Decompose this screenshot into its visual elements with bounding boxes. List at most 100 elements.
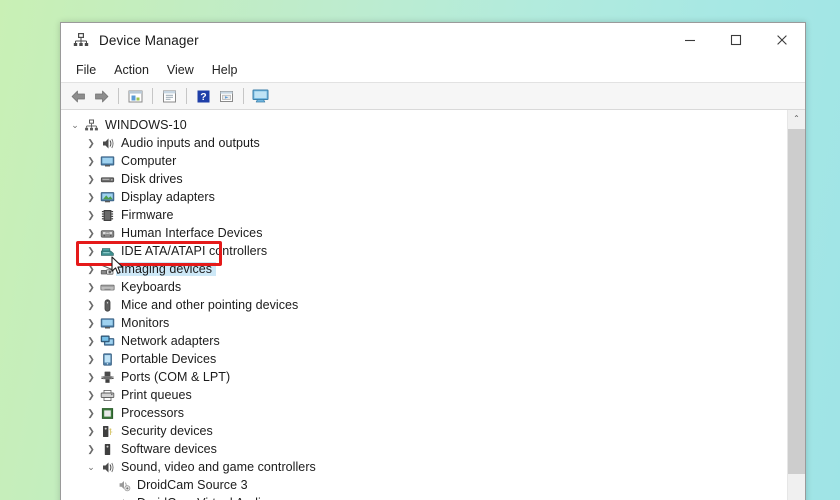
- scrollbar-track[interactable]: [788, 127, 805, 500]
- chevron-right-icon[interactable]: ❯: [83, 282, 99, 293]
- tree-item-label: Disk drives: [121, 172, 183, 186]
- forward-icon[interactable]: [90, 85, 113, 107]
- tree-item-disk-drives[interactable]: ❯ Disk drives: [61, 170, 787, 188]
- tree-item-software-devices[interactable]: ❯ Software devices: [61, 440, 787, 458]
- tree-item-label: Display adapters: [121, 190, 215, 204]
- printer-icon: [99, 388, 116, 403]
- chevron-right-icon[interactable]: ❯: [83, 138, 99, 149]
- tree-item-ports[interactable]: ❯ Ports (COM & LPT): [61, 368, 787, 386]
- tree-item-display-adapters[interactable]: ❯ Display adapters: [61, 188, 787, 206]
- tree-item-processors[interactable]: ❯ Processors: [61, 404, 787, 422]
- disk-drive-icon: [99, 172, 116, 187]
- svg-text:?: ?: [200, 91, 206, 103]
- chevron-right-icon[interactable]: ❯: [83, 426, 99, 437]
- chevron-right-icon[interactable]: ❯: [83, 390, 99, 401]
- tree-item-label: Computer: [121, 154, 177, 168]
- tree-item-human-interface-devices[interactable]: ❯ Human Interface Devices: [61, 224, 787, 242]
- network-adapter-icon: [99, 334, 116, 349]
- tree-item-windows-10[interactable]: ⌄ WINDOWS-10: [61, 116, 787, 134]
- menu-help[interactable]: Help: [203, 60, 247, 80]
- tree-item-label: Sound, video and game controllers: [121, 460, 316, 474]
- update-driver-icon[interactable]: [158, 85, 181, 107]
- toolbar-separator: [186, 88, 187, 104]
- toolbar: ?: [61, 83, 805, 110]
- chevron-right-icon[interactable]: ❯: [83, 372, 99, 383]
- tree-item-label: Security devices: [121, 424, 213, 438]
- tree-item-print-queues[interactable]: ❯ Print queues: [61, 386, 787, 404]
- chevron-right-icon[interactable]: ❯: [83, 192, 99, 203]
- toolbar-separator: [118, 88, 119, 104]
- tree-item-label: WINDOWS-10: [105, 118, 187, 132]
- menu-action[interactable]: Action: [105, 60, 158, 80]
- mouse-icon: [99, 298, 116, 313]
- back-icon[interactable]: [67, 85, 90, 107]
- tree-item-label: Imaging devices: [116, 262, 217, 276]
- audio-endpoint-icon: [115, 478, 132, 492]
- tree-item-label: Audio inputs and outputs: [121, 136, 260, 150]
- security-device-icon: [99, 424, 116, 439]
- display-adapter-icon: [99, 190, 116, 205]
- chevron-right-icon[interactable]: ❯: [83, 354, 99, 365]
- firmware-chip-icon: [99, 208, 116, 223]
- tree-item-label: Monitors: [121, 316, 170, 330]
- tree-item-security-devices[interactable]: ❯ Security devices: [61, 422, 787, 440]
- chevron-right-icon[interactable]: ❯: [83, 174, 99, 185]
- tree-item-firmware[interactable]: ❯ Firmware: [61, 206, 787, 224]
- chevron-right-icon[interactable]: ❯: [83, 336, 99, 347]
- tree-item-network-adapters[interactable]: ❯ Network adapters: [61, 332, 787, 350]
- close-button[interactable]: [759, 23, 805, 57]
- tree-item-label: IDE ATA/ATAPI controllers: [121, 244, 268, 258]
- maximize-button[interactable]: [713, 23, 759, 57]
- device-tree-panel: ⌄ WINDOWS-10 ❯ Audio inputs and outputs …: [61, 110, 805, 500]
- window-titlebar[interactable]: Device Manager: [61, 23, 805, 57]
- tree-item-sound-video-and-game-controllers[interactable]: ⌄ Sound, video and game controllers: [61, 458, 787, 476]
- vertical-scrollbar[interactable]: ⌃: [787, 110, 805, 500]
- chevron-right-icon[interactable]: ❯: [83, 228, 99, 239]
- tree-item-droidcam-source-3[interactable]: DroidCam Source 3: [61, 476, 787, 494]
- tree-item-mice-and-other-pointing-devices[interactable]: ❯ Mice and other pointing devices: [61, 296, 787, 314]
- menu-file[interactable]: File: [67, 60, 105, 80]
- monitor-icon: [99, 154, 116, 169]
- chevron-right-icon[interactable]: ❯: [83, 300, 99, 311]
- chevron-right-icon[interactable]: ❯: [83, 210, 99, 221]
- portable-device-icon: [99, 352, 116, 367]
- scroll-up-arrow-icon[interactable]: ⌃: [788, 110, 805, 127]
- device-tree[interactable]: ⌄ WINDOWS-10 ❯ Audio inputs and outputs …: [61, 110, 787, 500]
- window-caption-buttons: [667, 23, 805, 57]
- tree-item-computer[interactable]: ❯ Computer: [61, 152, 787, 170]
- tree-item-monitors[interactable]: ❯ Monitors: [61, 314, 787, 332]
- tree-item-portable-devices[interactable]: ❯ Portable Devices: [61, 350, 787, 368]
- tree-item-label: DroidCam Virtual Audio: [132, 496, 268, 500]
- chevron-right-icon[interactable]: ❯: [83, 264, 99, 275]
- properties-icon[interactable]: [124, 85, 147, 107]
- tree-item-audio-inputs-and-outputs[interactable]: ❯ Audio inputs and outputs: [61, 134, 787, 152]
- help-icon[interactable]: ?: [192, 85, 215, 107]
- chevron-right-icon[interactable]: ❯: [83, 156, 99, 167]
- tree-item-label: Firmware: [121, 208, 174, 222]
- scan-hardware-icon[interactable]: [215, 85, 238, 107]
- software-device-icon: [99, 442, 116, 457]
- tree-item-keyboards[interactable]: ❯ Keyboards: [61, 278, 787, 296]
- scrollbar-thumb[interactable]: [788, 129, 805, 474]
- tree-item-droidcam-virtual-audio[interactable]: DroidCam Virtual Audio: [61, 494, 787, 500]
- show-hidden-devices-icon[interactable]: [249, 85, 272, 107]
- tree-item-label: Keyboards: [121, 280, 182, 294]
- chevron-right-icon[interactable]: ❯: [83, 408, 99, 419]
- device-manager-window: Device Manager File Action View Help ? ⌄…: [60, 22, 806, 500]
- chevron-down-icon[interactable]: ⌄: [83, 462, 99, 473]
- tree-item-imaging-devices[interactable]: ❯ Imaging devices: [61, 260, 787, 278]
- menu-view[interactable]: View: [158, 60, 203, 80]
- chevron-right-icon[interactable]: ❯: [83, 246, 99, 257]
- tree-item-label: Ports (COM & LPT): [121, 370, 231, 384]
- tree-item-label: DroidCam Source 3: [137, 478, 248, 492]
- audio-endpoint-icon: [115, 496, 132, 500]
- chevron-right-icon[interactable]: ❯: [83, 318, 99, 329]
- tree-item-ide-ata-atapi-controllers[interactable]: ❯ IDE ATA/ATAPI controllers: [61, 242, 787, 260]
- desktop-background: Device Manager File Action View Help ? ⌄…: [0, 0, 840, 500]
- device-manager-icon: [72, 31, 90, 49]
- minimize-button[interactable]: [667, 23, 713, 57]
- chevron-down-icon[interactable]: ⌄: [67, 120, 83, 131]
- chevron-right-icon[interactable]: ❯: [83, 444, 99, 455]
- tree-item-label: Print queues: [121, 388, 192, 402]
- monitor-icon: [99, 316, 116, 331]
